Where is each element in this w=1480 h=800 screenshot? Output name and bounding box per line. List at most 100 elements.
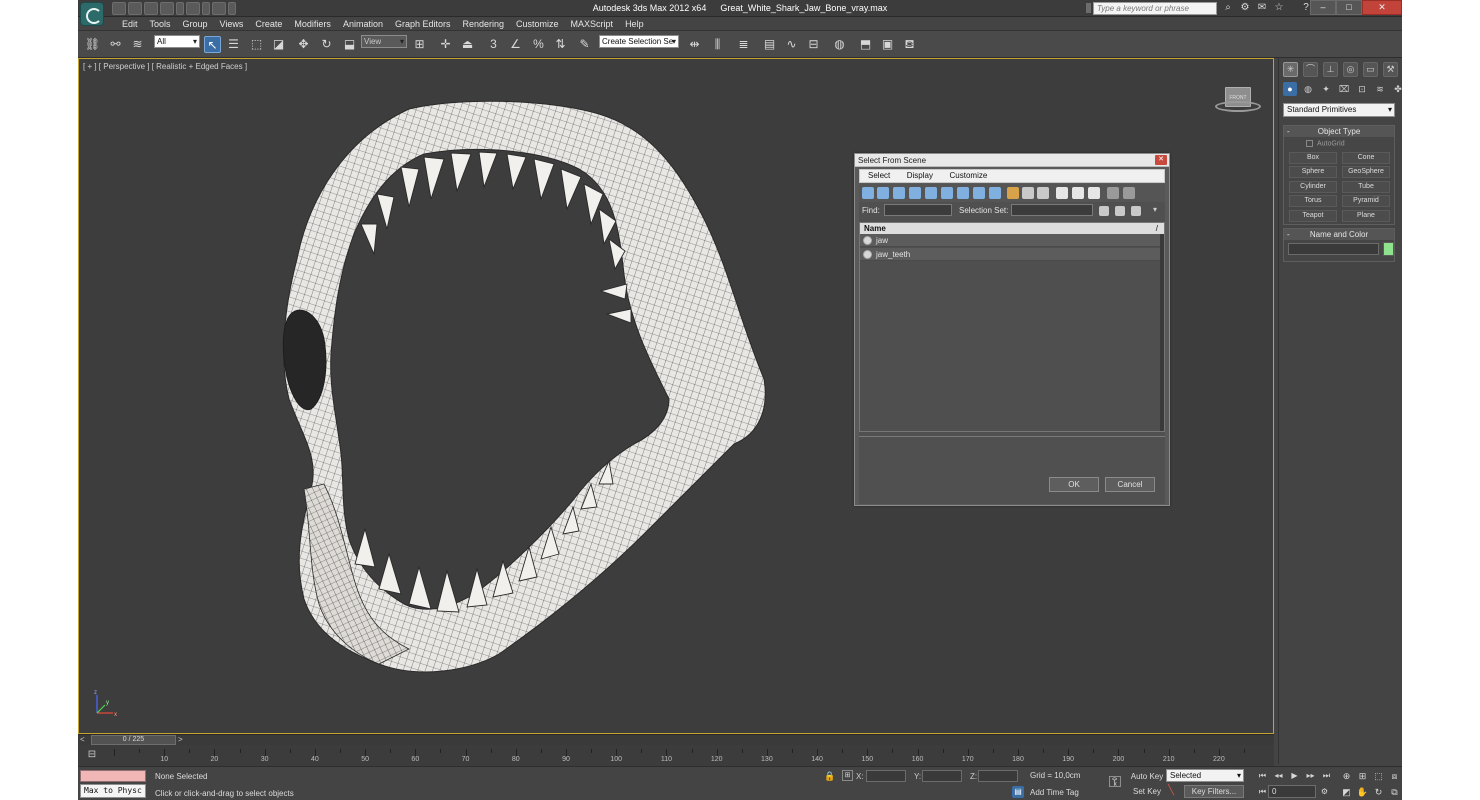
y-coordinate-field[interactable] (922, 770, 962, 782)
add-time-tag-label[interactable]: Add Time Tag (1030, 788, 1079, 797)
object-type-header[interactable]: Object Type (1284, 126, 1394, 137)
edit-named-selection-icon[interactable]: ✎ (576, 36, 593, 53)
zoom-extents-icon[interactable]: ⬚ (1372, 770, 1385, 782)
name-column-header[interactable]: Name / (860, 223, 1164, 234)
track-bar[interactable]: ⊟ 10 20 30 40 50 60 70 80 90 100 110 120 130 140 150 16… (78, 745, 1274, 766)
sphere-button[interactable]: Sphere (1289, 166, 1337, 178)
time-slider-next-icon[interactable]: > (178, 735, 183, 744)
play-icon[interactable]: ▶ (1288, 770, 1301, 782)
select-by-name-icon[interactable]: ☰ (225, 36, 242, 53)
systems-category-icon[interactable]: ✤ (1391, 82, 1402, 96)
display-tab-icon[interactable]: ▭ (1363, 62, 1378, 77)
menu-graph-editors[interactable]: Graph Editors (389, 18, 457, 30)
set-key-mode-icon[interactable]: ⚿ (1104, 772, 1126, 794)
create-tab-icon[interactable]: ✳ (1283, 62, 1298, 77)
dialog-options-chevron-icon[interactable]: ▾ (1153, 205, 1157, 214)
zoom-extents-all-icon[interactable]: ⧈ (1388, 770, 1401, 782)
select-manipulate-icon[interactable]: ✛ (437, 36, 454, 53)
menu-edit[interactable]: Edit (116, 18, 144, 30)
menu-maxscript[interactable]: MAXScript (565, 18, 620, 30)
viewcube[interactable]: FRONT (1213, 85, 1263, 115)
subscription-icon[interactable]: ⚙ (1239, 2, 1251, 14)
autogrid-checkbox[interactable]: AutoGrid (1306, 140, 1345, 147)
add-time-tag-icon[interactable]: ▤ (1012, 786, 1024, 798)
menu-tools[interactable]: Tools (144, 18, 177, 30)
select-object-icon[interactable]: ↖ (204, 36, 221, 53)
helpers-category-icon[interactable]: ⊡ (1355, 82, 1369, 96)
named-selection-sets-dropdown[interactable]: Create Selection Se (599, 35, 679, 48)
key-filter-icon[interactable]: ╲ (1168, 785, 1174, 796)
keyboard-shortcut-override-icon[interactable]: ⏏ (459, 36, 476, 53)
angle-snap-icon[interactable]: ∠ (507, 36, 524, 53)
shapes-category-icon[interactable]: ◍ (1301, 82, 1315, 96)
hierarchy-filter-icon[interactable] (1123, 187, 1135, 199)
add-to-set-icon[interactable] (1115, 206, 1125, 216)
viewcube-compass-ring[interactable] (1215, 101, 1261, 112)
next-frame-icon[interactable]: ▸▸ (1304, 770, 1317, 782)
menu-views[interactable]: Views (214, 18, 250, 30)
display-cameras-icon[interactable] (909, 187, 921, 199)
dialog-close-button[interactable]: ✕ (1155, 155, 1167, 165)
go-to-end-icon[interactable]: ⏭ (1320, 770, 1333, 782)
selection-filter-dropdown[interactable]: All (154, 35, 200, 48)
previous-frame-icon[interactable]: ◂◂ (1272, 770, 1285, 782)
go-to-start-icon[interactable]: ⏮ (1256, 770, 1269, 782)
menu-animation[interactable]: Animation (337, 18, 389, 30)
mirror-icon[interactable]: ⇹ (686, 36, 703, 53)
key-filters-button[interactable]: Key Filters... (1184, 785, 1244, 798)
object-name-input[interactable] (1288, 243, 1379, 255)
time-slider-thumb[interactable]: 0 / 225 (91, 735, 176, 745)
motion-tab-icon[interactable]: ◎ (1343, 62, 1358, 77)
geosphere-button[interactable]: GeoSphere (1342, 166, 1390, 178)
cameras-category-icon[interactable]: ⌧ (1337, 82, 1351, 96)
snaps-toggle-icon[interactable]: 3 (485, 36, 502, 53)
application-button[interactable] (80, 2, 104, 26)
menu-customize[interactable]: Customize (510, 18, 565, 30)
dialog-menu-display[interactable]: Display (899, 170, 939, 182)
dialog-menu-customize[interactable]: Customize (942, 170, 994, 182)
display-lights-icon[interactable] (893, 187, 905, 199)
align-icon[interactable]: ⫼ (709, 36, 726, 53)
graphite-modeling-icon[interactable]: ▤ (761, 36, 778, 53)
field-of-view-icon[interactable]: ◩ (1340, 786, 1353, 798)
box-button[interactable]: Box (1289, 152, 1337, 164)
space-warps-category-icon[interactable]: ≋ (1373, 82, 1387, 96)
select-none-icon[interactable] (1072, 187, 1084, 199)
cone-button[interactable]: Cone (1342, 152, 1390, 164)
selection-lock-icon[interactable]: 🔒 (824, 771, 835, 782)
reference-coordinate-dropdown[interactable]: View (361, 35, 407, 48)
list-scrollbar[interactable] (1160, 234, 1164, 431)
rectangular-selection-icon[interactable]: ⬚ (248, 36, 265, 53)
primitive-category-dropdown[interactable]: Standard Primitives (1283, 103, 1395, 117)
list-item-jaw-teeth[interactable]: jaw_teeth (860, 248, 1164, 261)
absolute-mode-icon[interactable]: ⊞ (842, 770, 853, 781)
display-space-warps-icon[interactable] (941, 187, 953, 199)
menu-rendering[interactable]: Rendering (457, 18, 511, 30)
percent-snap-icon[interactable]: % (530, 36, 547, 53)
select-invert-icon[interactable] (1088, 187, 1100, 199)
help-search-input[interactable]: Type a keyword or phrase (1093, 2, 1217, 15)
display-invert-icon[interactable] (1037, 187, 1049, 199)
display-geometry-icon[interactable] (862, 187, 874, 199)
pivot-center-icon[interactable]: ⊞ (411, 36, 428, 53)
pan-view-icon[interactable]: ✋ (1356, 786, 1369, 798)
ok-button[interactable]: OK (1049, 477, 1099, 492)
display-shapes-icon[interactable] (877, 187, 889, 199)
zoom-all-icon[interactable]: ⊞ (1356, 770, 1369, 782)
search-collapse-icon[interactable] (1086, 3, 1091, 13)
display-groups-icon[interactable] (957, 187, 969, 199)
hierarchy-tab-icon[interactable]: ⊥ (1323, 62, 1338, 77)
maxscript-mini-listener-output[interactable] (80, 770, 146, 782)
maxscript-listener-input[interactable]: Max to Physc (80, 784, 146, 798)
orbit-icon[interactable]: ↻ (1372, 786, 1385, 798)
cancel-button[interactable]: Cancel (1105, 477, 1155, 492)
select-all-icon[interactable] (1056, 187, 1068, 199)
spinner-snap-icon[interactable]: ⇅ (552, 36, 569, 53)
maximize-viewport-icon[interactable]: ⧉ (1388, 786, 1401, 798)
utilities-tab-icon[interactable]: ⚒ (1383, 62, 1398, 77)
time-slider-prev-icon[interactable]: < (80, 735, 85, 744)
select-and-scale-icon[interactable]: ⬓ (341, 36, 358, 53)
dialog-menu-select[interactable]: Select (860, 170, 896, 182)
unlink-selection-icon[interactable]: ⚯ (107, 36, 124, 53)
auto-key-button[interactable]: Auto Key (1130, 770, 1164, 783)
